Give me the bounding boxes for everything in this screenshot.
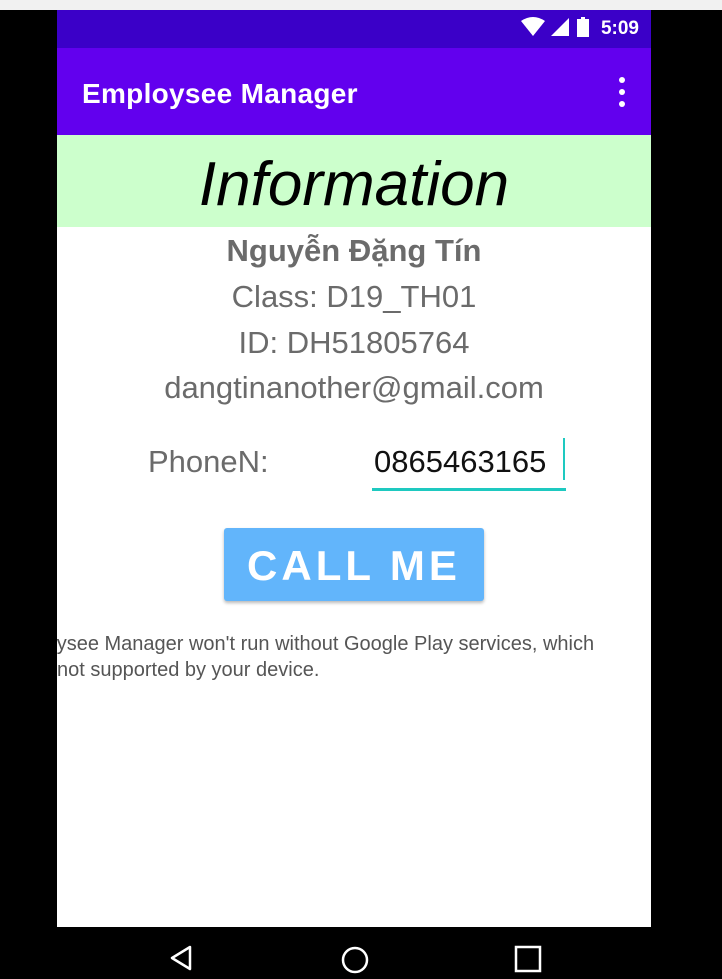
call-me-button[interactable]: CALL ME (224, 528, 484, 601)
information-heading: Information (198, 150, 510, 219)
window-top-strip (0, 0, 722, 10)
notice-line-1: ploysee Manager won't run without Google… (57, 633, 595, 655)
employee-class: Class: D19_TH01 (231, 279, 477, 314)
menu-dot (619, 101, 625, 107)
information-banner: Information (57, 135, 651, 227)
employee-id: ID: DH51805764 (238, 325, 470, 360)
overflow-menu-icon[interactable] (615, 77, 629, 107)
status-bar: 5:09 (57, 10, 651, 48)
app-bar: Employsee Manager (57, 48, 651, 135)
wifi-icon (520, 17, 545, 41)
notice-line-2: not supported by your device. (57, 659, 320, 681)
menu-dot (619, 77, 625, 83)
status-icons: 5:09 (520, 10, 639, 48)
device-screen: 5:09 Employsee Manager Information Nguyễ… (57, 10, 651, 927)
recents-icon[interactable] (514, 945, 542, 977)
cell-signal-icon (550, 17, 571, 41)
phone-label: PhoneN: (148, 444, 269, 479)
phone-number-input[interactable]: 0865463165 (372, 438, 566, 491)
phone-number-value: 0865463165 (374, 444, 547, 479)
home-icon[interactable] (340, 945, 370, 979)
employee-name: Nguyễn Đặng Tín (226, 233, 482, 268)
navigation-bar (0, 927, 722, 974)
status-time: 5:09 (600, 18, 639, 39)
play-services-notice: ploysee Manager won't run without Google… (57, 631, 651, 683)
battery-icon (576, 17, 589, 41)
app-title: Employsee Manager (82, 78, 358, 109)
menu-dot (619, 89, 625, 95)
text-caret (563, 438, 565, 480)
employee-email: dangtinanother@gmail.com (164, 370, 544, 405)
